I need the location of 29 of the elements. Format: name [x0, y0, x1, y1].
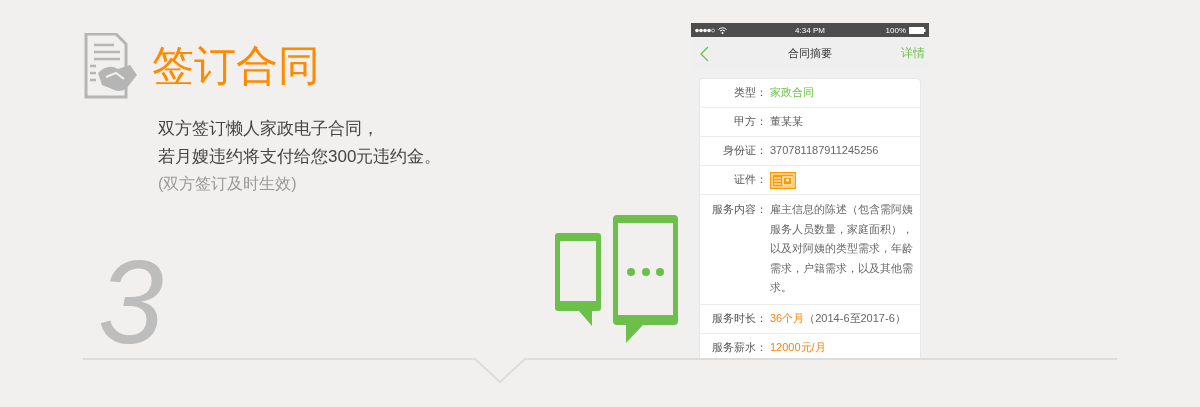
battery-icon [909, 26, 926, 34]
field-label: 服务内容： [711, 202, 767, 217]
screen-title: 合同摘要 [788, 46, 832, 61]
status-time: 4:34 PM [795, 25, 825, 35]
chat-bubbles-icon [555, 215, 678, 343]
description-text: 双方签订懒人家政电子合同， [158, 118, 380, 140]
note-text: (双方签订及时生效) [158, 174, 298, 194]
id-card-icon[interactable] [770, 171, 796, 189]
wifi-icon [718, 26, 727, 34]
section-title: 签订合同 [152, 41, 320, 91]
field-value: 36个月 [770, 311, 805, 327]
field-label: 服务时长： [711, 311, 767, 327]
field-value: 雇主信息的陈述（包含需阿姨服务人员数量，家庭面积），以及对阿姨的类型需求，年龄需求，户籍需求，以及其他需求。 [770, 202, 914, 296]
field-label: 身份证： [722, 143, 767, 159]
contract-handshake-icon [82, 33, 138, 99]
field-value: 董某某 [770, 114, 803, 130]
field-value: 12000元/月 [770, 340, 826, 356]
field-label: 甲方： [733, 114, 767, 130]
details-link[interactable]: 详情 [901, 45, 925, 62]
battery-percent: 100% [885, 25, 906, 35]
field-value: 370781187911245256 [770, 143, 879, 159]
field-label: 类型： [733, 85, 767, 101]
back-icon[interactable] [700, 45, 709, 62]
field-value: 家政合同 [770, 85, 814, 101]
field-note: （2014-6至2017-6） [804, 311, 906, 327]
description-text: 若月嫂违约将支付给您300元违约金。 [158, 146, 443, 168]
signal-icon [695, 27, 715, 33]
field-label: 服务薪水： [711, 340, 767, 356]
field-label: 证件： [733, 172, 767, 188]
